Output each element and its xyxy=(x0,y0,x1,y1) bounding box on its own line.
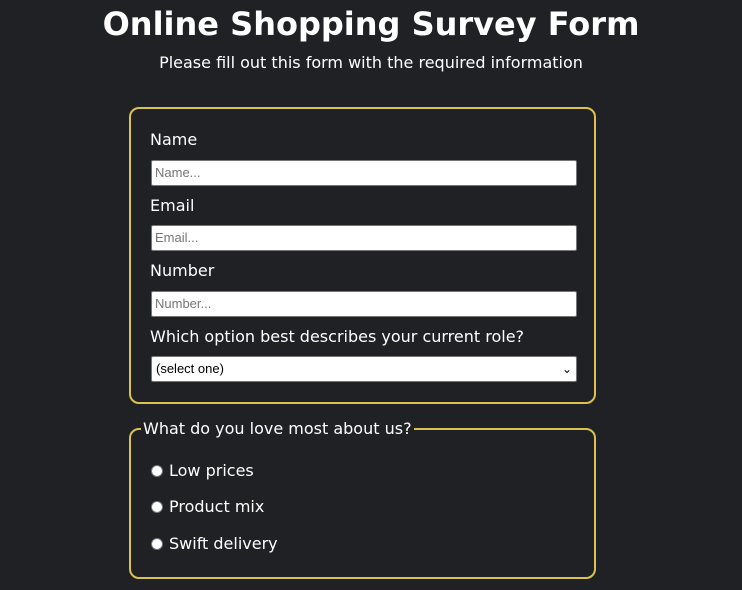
name-label: Name xyxy=(150,130,198,149)
email-label: Email xyxy=(150,196,195,215)
role-select[interactable]: (select one) ⌄ xyxy=(151,356,577,382)
chevron-down-icon: ⌄ xyxy=(561,362,572,376)
love-legend: What do you love most about us? xyxy=(141,419,414,439)
page-title: Online Shopping Survey Form xyxy=(102,5,640,43)
radio-label: Low prices xyxy=(169,461,254,480)
role-label: Which option best describes your current… xyxy=(150,327,525,346)
name-input[interactable]: Name... xyxy=(151,160,577,186)
number-input[interactable]: Number... xyxy=(151,291,577,317)
email-input[interactable]: Email... xyxy=(151,225,577,251)
personal-info-panel: Name Name... Email Email... Number Numbe… xyxy=(129,107,596,404)
role-select-value: (select one) xyxy=(156,361,224,376)
radio-label: Swift delivery xyxy=(169,534,278,553)
number-label: Number xyxy=(150,261,215,280)
radio-option-swift-delivery[interactable]: Swift delivery xyxy=(151,534,278,554)
radio-label: Product mix xyxy=(169,497,265,516)
radio-button[interactable] xyxy=(151,538,163,550)
radio-button[interactable] xyxy=(151,501,163,513)
page-subtitle: Please fill out this form with the requi… xyxy=(159,53,583,72)
radio-button[interactable] xyxy=(151,465,163,477)
radio-option-low-prices[interactable]: Low prices xyxy=(151,461,254,481)
radio-option-product-mix[interactable]: Product mix xyxy=(151,497,264,517)
love-fieldset: What do you love most about us? Low pric… xyxy=(129,419,596,579)
